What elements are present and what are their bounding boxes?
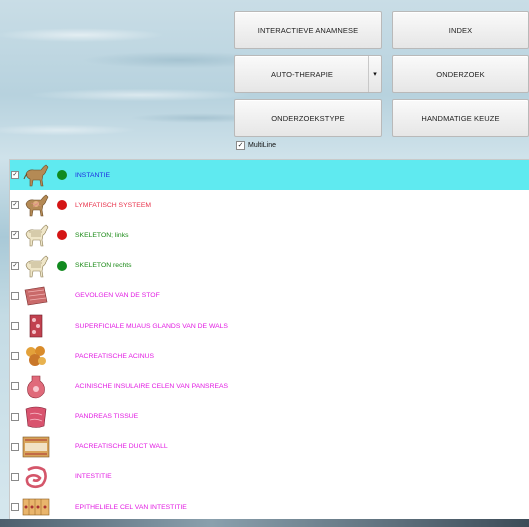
list-item[interactable]: ✓ LYMFATISCH SYSTEEM <box>10 190 529 220</box>
list-item-label: GEVOLGEN VAN DE STOF <box>75 292 160 300</box>
handmatige-keuze-label: HANDMATIGE KEUZE <box>421 113 500 123</box>
list-item-label: INSTANTIE <box>75 171 110 179</box>
list-item[interactable]: ✓ SKELETON; links <box>10 220 529 250</box>
list-item-label: INTESTITIE <box>75 473 112 481</box>
status-dot-green <box>57 170 67 181</box>
status-dot-green <box>57 260 67 271</box>
interactieve-anamnese-label: INTERACTIEVE ANAMNESE <box>257 25 359 35</box>
list-item-label: SKELETON; links <box>75 231 129 239</box>
list-item-label: LYMFATISCH SYSTEEM <box>75 201 152 209</box>
list-item[interactable]: SUPERFICIALE MUAUS GLANDS VAN DE WALS <box>10 311 529 341</box>
list-item[interactable]: PACREATISCHE ACINUS <box>10 341 529 371</box>
list-item-label: EPITHELIELE CEL VAN INTESTITIE <box>75 503 187 511</box>
pancreas-tissue-icon <box>21 403 51 431</box>
auto-therapie-label: AUTO-THERAPIE <box>270 69 333 79</box>
list-item-checkbox[interactable]: ✓ <box>11 261 19 270</box>
status-dot-red <box>57 230 67 241</box>
index-button[interactable]: INDEX <box>392 11 529 49</box>
list-item-checkbox[interactable]: ✓ <box>11 201 19 210</box>
auto-therapie-button[interactable]: AUTO-THERAPIE ▾ <box>234 55 382 93</box>
list-item[interactable]: GEVOLGEN VAN DE STOF <box>10 281 529 311</box>
item-list[interactable]: ✓ INSTANTIE ✓ LYMFATISCH SYSTEEM ✓ SKELETON; … <box>9 159 529 520</box>
list-item[interactable]: ✓ INSTANTIE <box>10 160 529 191</box>
list-item-checkbox[interactable] <box>11 322 19 331</box>
epithelial-cell-icon <box>21 493 51 520</box>
list-item-checkbox[interactable]: ✓ <box>11 231 19 240</box>
list-item-checkbox[interactable] <box>11 382 19 391</box>
list-item[interactable]: EPITHELIELE CEL VAN INTESTITIE <box>10 492 529 520</box>
acinus-icon <box>21 342 51 370</box>
interactieve-anamnese-button[interactable]: INTERACTIEVE ANAMNESE <box>234 11 382 49</box>
list-item-label: SUPERFICIALE MUAUS GLANDS VAN DE WALS <box>75 322 228 330</box>
list-item-checkbox[interactable] <box>11 412 19 421</box>
onderzoek-button[interactable]: ONDERZOEK <box>392 55 529 93</box>
list-item-checkbox[interactable] <box>11 352 19 361</box>
list-item-checkbox[interactable] <box>11 291 19 300</box>
gland-tissue-icon <box>21 312 51 340</box>
onderzoek-label: ONDERZOEK <box>436 69 485 79</box>
pancreas-cell-icon <box>21 372 51 400</box>
list-item-label: PACREATISCHE DUCT WALL <box>75 443 168 451</box>
list-item-checkbox[interactable] <box>11 503 19 512</box>
list-item-label: PACREATISCHE ACINUS <box>75 352 155 360</box>
duct-wall-icon <box>21 433 51 461</box>
list-item-label: SKELETON rechts <box>75 262 132 270</box>
taskbar-strip <box>0 519 529 527</box>
list-item-checkbox[interactable]: ✓ <box>11 171 19 180</box>
list-item[interactable]: ✓ SKELETON rechts <box>10 251 529 281</box>
status-dot-red <box>57 200 67 211</box>
multiline-label: MultiLine <box>248 142 277 149</box>
list-item[interactable]: ACINISCHE INSULAIRE CELEN VAN PANSREAS <box>10 371 529 401</box>
list-item-checkbox[interactable] <box>11 472 19 481</box>
handmatige-keuze-button[interactable]: HANDMATIGE KEUZE <box>392 99 529 137</box>
horse-skeleton-icon <box>21 252 51 280</box>
auto-therapie-dropdown-arrow-icon[interactable]: ▾ <box>368 56 381 92</box>
horse-skeleton-icon <box>21 221 51 249</box>
onderzoekstype-button[interactable]: ONDERZOEKSTYPE <box>234 99 382 137</box>
tissue-icon <box>21 282 51 310</box>
multiline-toggle[interactable]: ✓ MultiLine <box>236 141 276 150</box>
multiline-checkbox[interactable]: ✓ <box>236 141 245 150</box>
list-item[interactable]: PANDREAS TISSUE <box>10 402 529 432</box>
list-item-label: PANDREAS TISSUE <box>75 413 139 421</box>
list-item-checkbox[interactable] <box>11 442 19 451</box>
list-item[interactable]: INTESTITIE <box>10 462 529 492</box>
index-label: INDEX <box>448 25 473 35</box>
list-item[interactable]: PACREATISCHE DUCT WALL <box>10 432 529 462</box>
intestine-icon <box>21 463 51 491</box>
list-item-label: ACINISCHE INSULAIRE CELEN VAN PANSREAS <box>75 382 229 390</box>
horse-lymph-icon <box>21 191 51 219</box>
onderzoekstype-label: ONDERZOEKSTYPE <box>271 113 345 123</box>
horse-icon <box>21 161 51 189</box>
